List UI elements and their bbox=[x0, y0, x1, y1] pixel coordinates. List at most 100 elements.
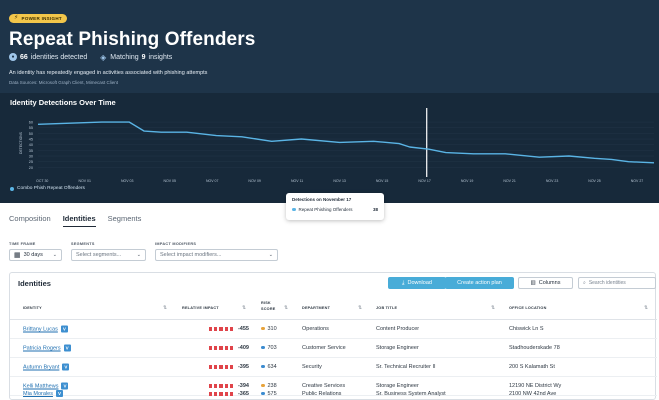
tooltip-series: Repeat Phishing Offenders bbox=[298, 207, 353, 212]
time-frame-label: TIME FRAME bbox=[9, 242, 36, 246]
risk-dot bbox=[261, 391, 265, 396]
impact-cell: -409 bbox=[209, 345, 249, 351]
tooltip-row: Repeat Phishing Offenders 38 bbox=[292, 207, 378, 212]
risk-value: 310 bbox=[267, 326, 277, 332]
identities-text: identities detected bbox=[30, 53, 88, 61]
sort-icon[interactable]: ⇅ bbox=[358, 305, 362, 311]
x-tick-label: NOV 05 bbox=[163, 179, 176, 183]
risk-cell: 575 bbox=[261, 391, 277, 397]
sort-icon[interactable]: ⇅ bbox=[163, 305, 167, 311]
risk-value: 703 bbox=[267, 345, 277, 351]
detections-chart[interactable]: 20 2530 35 4045 50 5560 DETECTIONS OCT 30 NOV 01… bbox=[0, 93, 659, 203]
columns-button[interactable]: ▥ Columns bbox=[518, 277, 573, 289]
office-cell: 200 S Kalamath St bbox=[509, 364, 555, 370]
department-cell: Creative Services bbox=[302, 383, 346, 389]
x-tick-label: OCT 30 bbox=[36, 179, 48, 183]
search-icon: ⌕ bbox=[583, 280, 586, 286]
sort-icon[interactable]: ⇅ bbox=[644, 305, 648, 311]
table-row[interactable]: Mia Morales V -365 575 Public Relations S… bbox=[10, 390, 657, 400]
impact-cell: -365 bbox=[209, 391, 249, 397]
column-department[interactable]: DEPARTMENT bbox=[302, 306, 330, 311]
x-tick-label: NOV 11 bbox=[291, 179, 303, 183]
download-button[interactable]: ⤓ Download bbox=[388, 277, 446, 289]
search-input[interactable]: ⌕ Search identities bbox=[578, 277, 656, 289]
segments-placeholder: Select segments... bbox=[76, 252, 122, 258]
identity-link[interactable]: Autumn Bryant bbox=[23, 364, 59, 370]
y-tick-label: 55 bbox=[29, 126, 33, 130]
x-tick-label: NOV 13 bbox=[333, 179, 346, 183]
identities-count: 66 bbox=[20, 53, 28, 61]
table-row[interactable]: Autumn Bryant V -395 634 Security Sr. Tec… bbox=[10, 358, 657, 377]
column-relative-impact[interactable]: RELATIVE IMPACT bbox=[182, 306, 219, 311]
identity-cell: Kelli Matthews V bbox=[23, 382, 69, 390]
tab-identities[interactable]: Identities bbox=[62, 214, 96, 227]
impact-square bbox=[224, 346, 228, 350]
sort-icon[interactable]: ⇅ bbox=[491, 305, 495, 311]
identity-link[interactable]: Mia Morales bbox=[23, 391, 53, 397]
table-row[interactable]: Brittany Lucas V -455 310 Operations Cont… bbox=[10, 320, 657, 339]
impact-square bbox=[229, 384, 233, 388]
risk-dot bbox=[261, 383, 265, 388]
x-tick-label: NOV 09 bbox=[248, 179, 261, 183]
impact-modifiers-select[interactable]: Select impact modifiers... ⌄ bbox=[155, 249, 278, 261]
job-title-cell: Sr. Business System Analyst bbox=[376, 391, 446, 397]
impact-square bbox=[219, 392, 223, 396]
legend-label: Combo Phish Repeat Offenders bbox=[17, 186, 85, 191]
page: ⚡ POWER INSIGHT Repeat Phishing Offender… bbox=[0, 0, 659, 400]
impact-square bbox=[219, 327, 223, 331]
sort-icon[interactable]: ⇅ bbox=[284, 305, 288, 311]
matching-prefix: Matching bbox=[110, 53, 139, 61]
search-placeholder: Search identities bbox=[588, 280, 626, 286]
segments-select[interactable]: Select segments... ⌄ bbox=[71, 249, 146, 261]
column-risk-score-line1[interactable]: RISK bbox=[261, 301, 271, 306]
identity-link[interactable]: Patricia Rogers bbox=[23, 345, 61, 351]
x-tick-label: NOV 25 bbox=[588, 179, 601, 183]
create-action-plan-button[interactable]: Create action plan bbox=[445, 277, 514, 289]
identity-link[interactable]: Brittany Lucas bbox=[23, 326, 58, 332]
columns-icon: ▥ bbox=[530, 280, 536, 286]
table-row[interactable]: Patricia Rogers V -409 703 Customer Servi… bbox=[10, 339, 657, 358]
column-office-location[interactable]: OFFICE LOCATION bbox=[509, 306, 547, 311]
impact-cell: -395 bbox=[209, 364, 249, 370]
office-cell: Chiswick Ln S bbox=[509, 326, 544, 332]
risk-value: 575 bbox=[267, 391, 277, 397]
y-tick-label: 50 bbox=[29, 132, 33, 136]
page-title: Repeat Phishing Offenders bbox=[9, 29, 256, 50]
impact-modifiers-label: IMPACT MODIFIERS bbox=[155, 242, 197, 246]
verified-badge: V bbox=[61, 382, 69, 390]
tab-composition[interactable]: Composition bbox=[9, 214, 51, 227]
column-job-title[interactable]: JOB TITLE bbox=[376, 306, 397, 311]
matching-count: 9 bbox=[141, 53, 146, 61]
tab-segments[interactable]: Segments bbox=[108, 214, 142, 227]
impact-square bbox=[224, 384, 228, 388]
sort-icon[interactable]: ⇅ bbox=[242, 305, 246, 311]
impact-cell: -394 bbox=[209, 383, 249, 389]
column-identity[interactable]: IDENTITY bbox=[23, 306, 42, 311]
impact-square bbox=[224, 327, 228, 331]
column-risk-score-line2[interactable]: SCORE bbox=[261, 307, 276, 312]
identity-link[interactable]: Kelli Matthews bbox=[23, 383, 58, 389]
department-cell: Customer Service bbox=[302, 345, 346, 351]
y-tick-label: 30 bbox=[29, 155, 33, 159]
x-tick-label: NOV 19 bbox=[461, 179, 474, 183]
insight-description: An identity has repeatedly engaged in ac… bbox=[9, 70, 208, 76]
view-tabs: Composition Identities Segments bbox=[9, 214, 141, 227]
impact-square bbox=[229, 346, 233, 350]
job-title-cell: Content Producer bbox=[376, 326, 420, 332]
impact-square bbox=[214, 392, 218, 396]
time-frame-value: 30 days bbox=[23, 252, 43, 258]
time-frame-select[interactable]: ▦ 30 days ⌄ bbox=[9, 249, 62, 261]
department-cell: Public Relations bbox=[302, 391, 342, 397]
lightning-icon: ⚡ bbox=[14, 15, 19, 21]
y-tick-label: 20 bbox=[29, 166, 33, 170]
impact-square bbox=[229, 392, 233, 396]
insights-icon: ◈ bbox=[100, 52, 107, 62]
create-action-plan-label: Create action plan bbox=[457, 280, 502, 286]
impact-square bbox=[229, 327, 233, 331]
risk-dot bbox=[261, 364, 265, 369]
badge-label: POWER INSIGHT bbox=[21, 15, 62, 21]
identity-cell: Mia Morales V bbox=[23, 390, 63, 397]
impact-square bbox=[214, 365, 218, 369]
tooltip-swatch bbox=[292, 207, 296, 212]
download-icon: ⤓ bbox=[402, 279, 405, 286]
